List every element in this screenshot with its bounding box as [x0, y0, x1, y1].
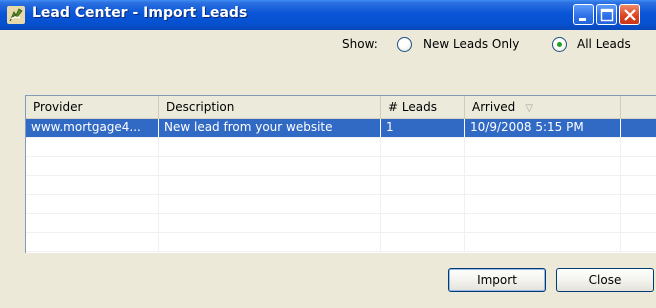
cell-description: New lead from your website: [159, 119, 381, 138]
close-icon: [624, 9, 636, 21]
empty-cell: [465, 195, 621, 214]
show-label: Show:: [342, 37, 378, 51]
maximize-icon: [600, 8, 614, 22]
close-button[interactable]: Close: [556, 268, 654, 292]
empty-cell: [381, 176, 465, 195]
empty-cell: [381, 214, 465, 233]
empty-cell: [159, 176, 381, 195]
column-header-leads[interactable]: # Leads: [381, 96, 465, 118]
column-header-arrived[interactable]: Arrived ▽: [465, 96, 621, 118]
empty-cell: [159, 157, 381, 176]
empty-cell: [26, 138, 159, 157]
column-header-provider[interactable]: Provider: [26, 96, 159, 118]
close-window-button[interactable]: [619, 4, 640, 25]
radio-label-all-leads[interactable]: All Leads: [577, 37, 631, 51]
import-leads-window: Lead Center - Import Leads Show: New Lea…: [0, 0, 656, 308]
empty-cell: [26, 214, 159, 233]
empty-cell: [159, 195, 381, 214]
empty-cell: [159, 138, 381, 157]
cell-arrived: 10/9/2008 5:15 PM: [465, 119, 621, 138]
empty-cell: [621, 157, 656, 176]
maximize-button[interactable]: [596, 4, 617, 25]
list-header: Provider Description # Leads Arrived ▽: [26, 96, 656, 119]
leads-list[interactable]: Provider Description # Leads Arrived ▽ ww…: [25, 95, 656, 253]
minimize-icon: [579, 18, 586, 21]
empty-cell: [465, 138, 621, 157]
empty-cell: [381, 195, 465, 214]
title-bar[interactable]: Lead Center - Import Leads: [0, 0, 656, 30]
empty-row: [26, 138, 656, 157]
empty-row: [26, 176, 656, 195]
radio-label-new-leads-only[interactable]: New Leads Only: [423, 37, 519, 51]
cell-provider: www.mortgage4...: [26, 119, 159, 138]
empty-cell: [26, 233, 159, 252]
empty-cell: [465, 233, 621, 252]
window-title: Lead Center - Import Leads: [32, 5, 248, 21]
empty-row: [26, 157, 656, 176]
empty-cell: [621, 214, 656, 233]
empty-cell: [26, 195, 159, 214]
empty-cell: [621, 138, 656, 157]
empty-cell: [381, 157, 465, 176]
table-row[interactable]: www.mortgage4... New lead from your webs…: [26, 119, 656, 138]
column-header-filler: [621, 96, 656, 118]
cell-leads: 1: [381, 119, 465, 138]
empty-row: [26, 195, 656, 214]
cell-filler: [621, 119, 656, 138]
empty-cell: [621, 195, 656, 214]
empty-cell: [621, 176, 656, 195]
column-header-description[interactable]: Description: [159, 96, 381, 118]
empty-row: [26, 214, 656, 233]
empty-row: [26, 233, 656, 252]
empty-cell: [381, 233, 465, 252]
empty-cell: [26, 176, 159, 195]
empty-cell: [159, 214, 381, 233]
app-icon: [7, 6, 25, 24]
empty-cell: [465, 157, 621, 176]
sort-arrow-icon: ▽: [525, 103, 534, 114]
import-button[interactable]: Import: [448, 268, 546, 292]
empty-cell: [465, 214, 621, 233]
column-header-arrived-label: Arrived: [472, 100, 516, 114]
minimize-button[interactable]: [573, 4, 594, 25]
empty-cell: [621, 233, 656, 252]
empty-cell: [465, 176, 621, 195]
radio-all-leads[interactable]: [552, 37, 567, 52]
empty-cell: [159, 233, 381, 252]
radio-new-leads-only[interactable]: [397, 37, 412, 52]
empty-cell: [26, 157, 159, 176]
empty-cell: [381, 138, 465, 157]
